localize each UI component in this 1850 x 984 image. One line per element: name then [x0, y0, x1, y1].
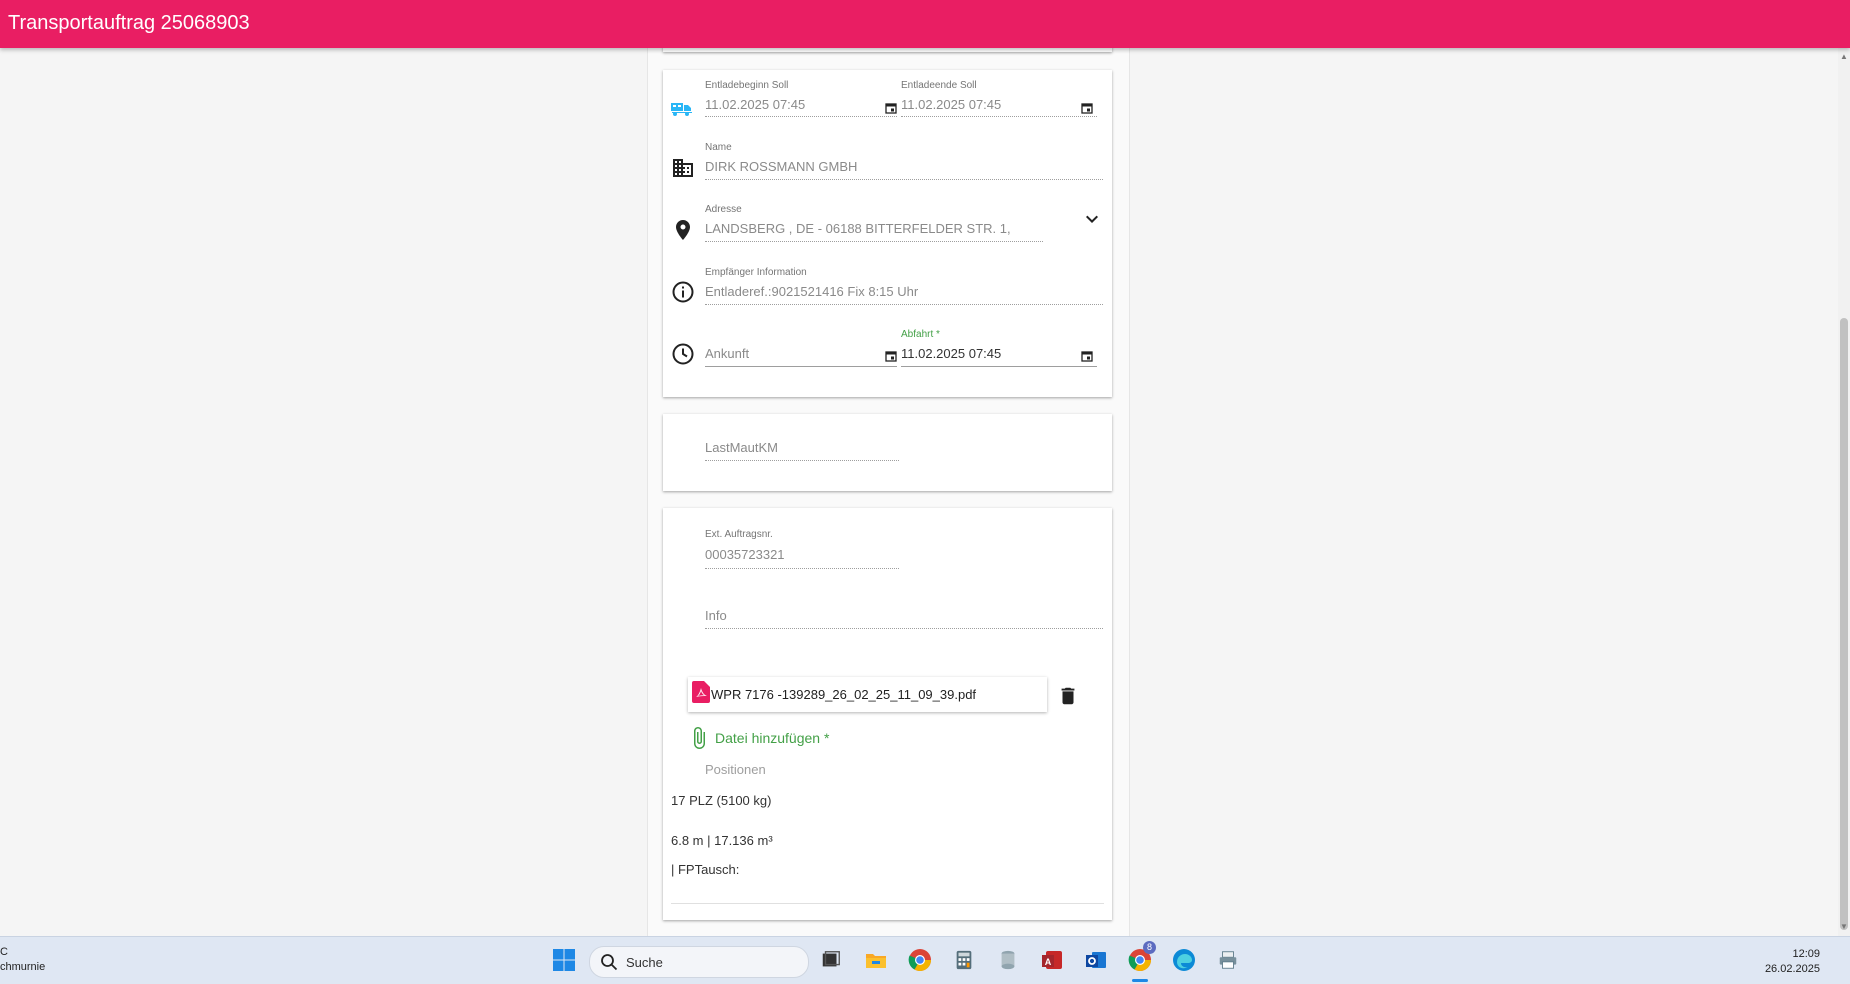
access-icon[interactable]: A: [1037, 945, 1067, 975]
departure-underline: [901, 366, 1097, 367]
page-scrollbar[interactable]: ▲ ▼: [1838, 48, 1850, 936]
file-explorer-icon[interactable]: [861, 945, 891, 975]
windows-taskbar: C chmurnie Suche A 8 12:09 26.02.2025: [0, 936, 1850, 984]
calendar-icon[interactable]: [885, 102, 897, 114]
position-dimensions: 6.8 m | 17.136 m³: [671, 833, 773, 848]
ext-order-underline: [705, 568, 899, 569]
printer-icon[interactable]: [1213, 945, 1243, 975]
database-app-icon[interactable]: [993, 945, 1023, 975]
last-maut-km-field[interactable]: LastMautKM: [705, 440, 778, 455]
calculator-icon[interactable]: [949, 945, 979, 975]
recipient-info-field[interactable]: Entladeref.:9021521416 Fix 8:15 Uhr: [705, 284, 918, 299]
scrollbar-thumb[interactable]: [1840, 318, 1848, 930]
app-bar: Transportauftrag 25068903: [0, 0, 1850, 48]
notification-badge: 8: [1143, 941, 1156, 954]
departure-label: Abfahrt *: [901, 329, 940, 340]
unload-end-underline: [901, 116, 1097, 117]
task-view-icon[interactable]: [816, 945, 846, 975]
address-underline: [705, 241, 1043, 242]
clock-icon: [671, 342, 695, 366]
info-icon: [671, 280, 695, 304]
position-weight: 17 PLZ (5100 kg): [671, 793, 772, 808]
name-underline: [705, 179, 1103, 180]
search-label: Suche: [626, 955, 663, 970]
unload-start-field[interactable]: 11.02.2025 07:45: [705, 97, 805, 112]
unload-end-label: Entladeende Soll: [901, 80, 977, 91]
clock-date: 26.02.2025: [1764, 963, 1820, 975]
edge-icon[interactable]: [1169, 945, 1199, 975]
page-title: Transportauftrag 25068903: [8, 12, 250, 34]
chevron-down-icon[interactable]: [1080, 207, 1104, 231]
system-clock[interactable]: 12:09 26.02.2025: [1765, 947, 1820, 977]
departure-field[interactable]: 11.02.2025 07:45: [901, 346, 1001, 361]
last-maut-km-underline: [705, 460, 899, 461]
name-field[interactable]: DIRK ROSSMANN GMBH: [705, 159, 857, 174]
positions-label: Positionen: [705, 762, 766, 777]
search-icon: [600, 953, 618, 971]
clock-time: 12:09: [1792, 948, 1820, 960]
weather-widget-line2[interactable]: chmurnie: [0, 961, 45, 973]
active-app-indicator: [1132, 979, 1148, 982]
address-field[interactable]: LANDSBERG , DE - 06188 BITTERFELDER STR.…: [705, 221, 1011, 236]
attachment-filename[interactable]: WPR 7176 -139289_26_02_25_11_09_39.pdf: [711, 687, 976, 702]
svg-text:A: A: [1045, 957, 1052, 967]
documents-card: [663, 508, 1112, 920]
location-pin-icon: [671, 218, 695, 242]
unload-start-underline: [705, 116, 897, 117]
unload-start-label: Entladebeginn Soll: [705, 80, 789, 91]
delete-icon[interactable]: [1057, 685, 1079, 707]
ext-order-label: Ext. Auftragsnr.: [705, 529, 773, 540]
windows-start-icon[interactable]: [549, 945, 579, 975]
arrival-field[interactable]: Ankunft: [705, 346, 749, 361]
pdf-icon: [692, 681, 710, 703]
calendar-icon[interactable]: [1081, 350, 1093, 362]
outlook-icon[interactable]: [1081, 945, 1111, 975]
unload-end-field[interactable]: 11.02.2025 07:45: [901, 97, 1001, 112]
attachment-item[interactable]: WPR 7176 -139289_26_02_25_11_09_39.pdf: [688, 677, 1047, 712]
calendar-icon[interactable]: [1081, 102, 1093, 114]
info-underline: [705, 628, 1103, 629]
info-field[interactable]: Info: [705, 608, 727, 623]
arrival-underline: [705, 366, 897, 367]
name-label: Name: [705, 142, 732, 153]
weather-widget-line1[interactable]: C: [0, 946, 8, 958]
position-fp-exchange: | FPTausch:: [671, 862, 740, 877]
taskbar-search[interactable]: Suche: [589, 946, 809, 978]
truck-icon: [670, 96, 694, 120]
scroll-down-icon[interactable]: ▼: [1840, 922, 1848, 931]
chrome-icon[interactable]: [905, 945, 935, 975]
recipient-info-underline: [705, 304, 1103, 305]
calendar-icon[interactable]: [885, 350, 897, 362]
scroll-up-icon[interactable]: ▲: [1840, 52, 1848, 61]
address-label: Adresse: [705, 204, 742, 215]
building-icon: [671, 156, 695, 180]
add-file-button[interactable]: Datei hinzufügen *: [715, 730, 829, 746]
ext-order-field[interactable]: 00035723321: [705, 547, 785, 562]
paperclip-icon[interactable]: [687, 726, 711, 750]
positions-divider: [671, 903, 1104, 904]
recipient-info-label: Empfänger Information: [705, 267, 807, 278]
